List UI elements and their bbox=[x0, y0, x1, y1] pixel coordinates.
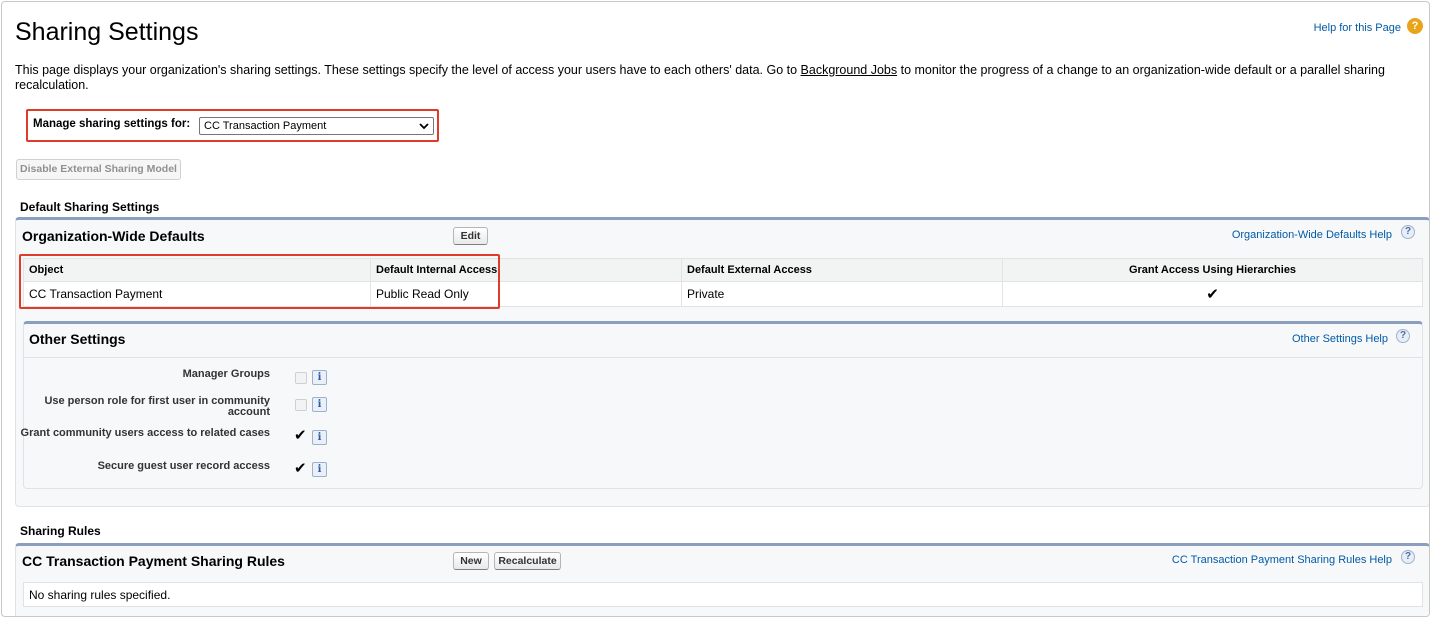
manage-sharing-label: Manage sharing settings for: bbox=[33, 118, 191, 130]
checkmark-icon: ✔ bbox=[1002, 281, 1423, 307]
owd-highlight-box bbox=[19, 254, 500, 309]
help-icon[interactable]: ? bbox=[1396, 329, 1410, 343]
no-rules-message: No sharing rules specified. bbox=[23, 582, 1423, 607]
help-for-page-link[interactable]: Help for this Page bbox=[1314, 22, 1401, 34]
other-settings-help-link[interactable]: Other Settings Help bbox=[1292, 333, 1388, 345]
other-settings-title: Other Settings bbox=[29, 331, 126, 347]
checkmark-icon: ✔ bbox=[294, 427, 307, 444]
sharing-rules-help-link[interactable]: CC Transaction Payment Sharing Rules Hel… bbox=[1172, 554, 1392, 566]
info-icon[interactable]: i bbox=[312, 370, 327, 385]
setting-label-manager-groups: Manager Groups bbox=[182, 368, 270, 380]
info-icon[interactable]: i bbox=[312, 397, 327, 412]
checkmark-icon: ✔ bbox=[294, 460, 307, 477]
help-icon[interactable]: ? bbox=[1401, 550, 1415, 564]
cell-external-access: Private bbox=[681, 281, 1003, 307]
manage-sharing-select[interactable]: CC Transaction Payment bbox=[199, 117, 434, 135]
help-icon[interactable]: ? bbox=[1407, 18, 1423, 34]
page-title: Sharing Settings bbox=[15, 18, 199, 46]
column-header-hierarchies: Grant Access Using Hierarchies bbox=[1002, 258, 1423, 282]
recalculate-button[interactable]: Recalculate bbox=[494, 552, 561, 570]
info-icon[interactable]: i bbox=[312, 462, 327, 477]
owd-help-link[interactable]: Organization-Wide Defaults Help bbox=[1232, 229, 1392, 241]
background-jobs-link[interactable]: Background Jobs bbox=[801, 63, 898, 77]
org-wide-defaults-title: Organization-Wide Defaults bbox=[22, 228, 205, 244]
divider bbox=[23, 357, 1423, 358]
chevron-down-icon bbox=[419, 118, 429, 140]
setting-label-person-role: Use person role for first user in commun… bbox=[44, 395, 270, 418]
sharing-rules-title: CC Transaction Payment Sharing Rules bbox=[22, 553, 285, 569]
column-header-external-access: Default External Access bbox=[681, 258, 1003, 282]
setting-label-community-cases: Grant community users access to related … bbox=[20, 427, 270, 439]
page-description: This page displays your organization's s… bbox=[15, 63, 1420, 93]
person-role-checkbox bbox=[295, 399, 307, 411]
disable-external-sharing-button[interactable]: Disable External Sharing Model bbox=[16, 159, 181, 180]
page-frame: Sharing Settings Help for this Page ? Th… bbox=[1, 1, 1430, 617]
info-icon[interactable]: i bbox=[312, 430, 327, 445]
sharing-rules-section-label: Sharing Rules bbox=[20, 524, 101, 538]
setting-label-guest-access: Secure guest user record access bbox=[97, 460, 270, 472]
help-icon[interactable]: ? bbox=[1401, 225, 1415, 239]
description-text-1: This page displays your organization's s… bbox=[15, 63, 801, 77]
edit-button[interactable]: Edit bbox=[453, 227, 488, 245]
default-sharing-section-label: Default Sharing Settings bbox=[20, 200, 160, 214]
selected-object: CC Transaction Payment bbox=[204, 120, 327, 132]
new-rule-button[interactable]: New bbox=[453, 552, 489, 570]
manager-groups-checkbox bbox=[295, 372, 307, 384]
